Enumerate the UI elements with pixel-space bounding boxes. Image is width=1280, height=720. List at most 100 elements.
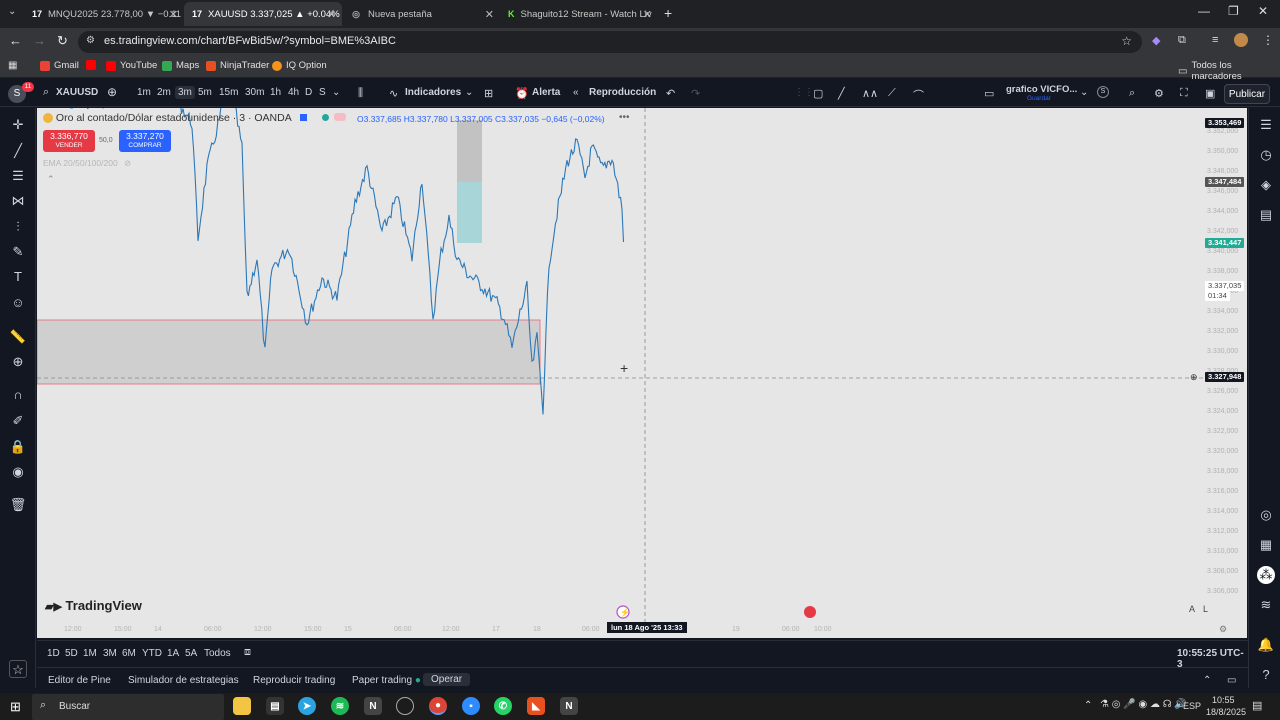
stay-drawing-icon[interactable]: ✐ [9, 412, 27, 430]
collapse-legend-icon[interactable]: ⌃ [47, 174, 55, 185]
bookmark-star-icon[interactable]: ☆ [1121, 34, 1132, 48]
eye-hidden-icon[interactable]: ⊘ [124, 158, 131, 168]
interval-4h[interactable]: 4h [288, 87, 299, 98]
close-icon[interactable]: ✕ [169, 8, 178, 21]
file-explorer-icon[interactable] [233, 697, 251, 715]
position-tool-profit-box[interactable] [457, 182, 482, 243]
ema-indicator-legend[interactable]: EMA 20/50/100/200 ⊘ [43, 158, 131, 169]
indicators-button[interactable]: Indicadores [405, 87, 461, 98]
range-1d[interactable]: 1D [47, 648, 60, 659]
spotify-icon[interactable]: ≋ [331, 697, 349, 715]
watchlist-icon[interactable]: ☰ [1257, 116, 1275, 134]
taskbar-time[interactable]: 10:55 [1212, 695, 1235, 705]
calendar-icon[interactable]: ▦ [1257, 536, 1275, 554]
magnet-icon[interactable]: ∩ [9, 386, 27, 404]
crosshair-tool-icon[interactable]: ✛ [9, 116, 27, 134]
supply-demand-zone[interactable] [37, 319, 541, 385]
bookmark-ninjatrader[interactable]: NinjaTrader [206, 60, 269, 71]
chat-icon[interactable]: ▤ [1257, 206, 1275, 224]
tab-strategy-tester[interactable]: Simulador de estrategias [128, 675, 239, 686]
bookmark-youtube-red[interactable] [86, 60, 96, 70]
range-6m[interactable]: 6M [122, 648, 136, 659]
menu-icon[interactable]: ⋮ [1262, 33, 1274, 47]
text-tool-icon[interactable]: T [9, 268, 27, 286]
chevron-down-icon[interactable]: ⌄ [1080, 87, 1088, 98]
target-icon[interactable]: ◎ [1257, 506, 1275, 524]
brush-tool-icon[interactable]: ✎ [9, 243, 27, 261]
templates-icon[interactable]: ⊞ [484, 87, 493, 100]
interval-d[interactable]: D [305, 87, 312, 98]
chrome-icon[interactable]: ● [429, 697, 447, 715]
range-5a[interactable]: 5A [185, 648, 197, 659]
layout-save-label[interactable]: Guardar [1027, 95, 1051, 102]
range-3m[interactable]: 3M [103, 648, 117, 659]
publish-button[interactable]: Publicar [1224, 84, 1270, 104]
pattern-tool-icon[interactable]: ⋈ [9, 192, 27, 210]
interval-30m[interactable]: 30m [245, 87, 264, 98]
extension-icon[interactable]: ◆ [1152, 34, 1160, 47]
replay-button[interactable]: Reproducción [589, 87, 656, 98]
layout-s-badge[interactable]: S [1097, 86, 1109, 98]
ninjatrader-icon[interactable]: ◣ [527, 697, 545, 715]
close-icon[interactable]: ✕ [327, 8, 336, 21]
chevron-down-icon[interactable]: ⌄ [465, 87, 473, 98]
log-scale-toggle[interactable]: L [1203, 604, 1208, 614]
forward-icon[interactable]: → [33, 33, 46, 48]
restore-button[interactable]: ❐ [1228, 4, 1239, 18]
interval-1m[interactable]: 1m [137, 87, 151, 98]
alarm-icon[interactable]: ⏰ [515, 87, 529, 100]
close-window-button[interactable]: ✕ [1258, 4, 1268, 18]
compare-add-icon[interactable]: ⊕ [107, 85, 117, 99]
rectangle-tool-icon[interactable]: ▢ [813, 87, 823, 100]
site-info-icon[interactable]: ⚙ [86, 35, 95, 46]
ruler-tool-icon[interactable]: 📏 [9, 328, 27, 346]
close-icon[interactable]: ✕ [485, 8, 494, 21]
taskbar-date[interactable]: 18/8/2025 [1206, 707, 1246, 717]
back-icon[interactable]: ← [9, 33, 22, 48]
layout-icon[interactable]: ▭ [984, 87, 994, 100]
camera-icon[interactable]: ▣ [1205, 87, 1215, 100]
interval-15m[interactable]: 15m [219, 87, 238, 98]
tab-kick-stream[interactable]: K Shaguito12 Stream - Watch Liv ✕ [500, 2, 658, 26]
interval-5m[interactable]: 5m [198, 87, 212, 98]
notion-icon[interactable]: N [364, 697, 382, 715]
lock-icon[interactable]: 🔒 [9, 438, 27, 456]
layout-name[interactable]: grafico VICFO... [1006, 84, 1077, 95]
notifications-icon[interactable]: ▤ [1252, 699, 1262, 712]
tab-operar[interactable]: Operar [423, 673, 471, 686]
goto-date-icon[interactable]: ⧈ [244, 646, 251, 659]
media-icon[interactable]: ≡ [1212, 34, 1218, 46]
range-ytd[interactable]: YTD [142, 648, 162, 659]
tab-trading-replay[interactable]: Reproducir trading [253, 675, 335, 686]
replay-icon[interactable]: « [573, 87, 579, 98]
projection-tool-icon[interactable]: ⫶ [9, 218, 27, 236]
more-options-icon[interactable]: ••• [619, 112, 630, 123]
fullscreen-icon[interactable]: ⛶ [1180, 87, 1188, 100]
trendline-tool-icon[interactable]: ╱ [838, 87, 845, 100]
profile-avatar[interactable] [1234, 33, 1248, 47]
flag-icon[interactable] [300, 114, 308, 121]
tab-pine-editor[interactable]: Editor de Pine [48, 675, 111, 686]
watchlist-star-icon[interactable]: ☆ [9, 660, 27, 678]
apps-grid-icon[interactable]: ▦ [8, 60, 17, 71]
reload-icon[interactable]: ↻ [57, 33, 68, 49]
app-icon[interactable]: ▤ [266, 697, 284, 715]
interval-2m[interactable]: 2m [157, 87, 171, 98]
language-indicator[interactable]: ESP [1183, 701, 1201, 711]
whatsapp-icon[interactable]: ✆ [494, 697, 512, 715]
redo-icon[interactable]: ↷ [691, 87, 700, 100]
chevron-down-icon[interactable]: ⌄ [332, 87, 340, 98]
extensions-icon[interactable]: ⧉ [1178, 34, 1186, 47]
trash-icon[interactable]: 🗑 [9, 496, 27, 514]
zoom-icon[interactable]: ▪ [462, 697, 480, 715]
tab-nueva-pestana[interactable]: ◎ Nueva pestaña ✕ [342, 2, 500, 26]
telegram-icon[interactable]: ➤ [298, 697, 316, 715]
sell-button[interactable]: 3.336,770 VENDER [43, 130, 95, 152]
curve-tool-icon[interactable]: ⌒ [913, 87, 924, 103]
candle-type-icon[interactable]: ⫼ [358, 87, 363, 100]
fib-tool-icon[interactable]: ☰ [9, 167, 27, 185]
zoom-in-icon[interactable]: ⊕ [9, 353, 27, 371]
all-bookmarks[interactable]: ▭ Todos los marcadores [1178, 60, 1280, 82]
buy-button[interactable]: 3.337,270 COMPRAR [119, 130, 171, 152]
range-1m[interactable]: 1M [83, 648, 97, 659]
